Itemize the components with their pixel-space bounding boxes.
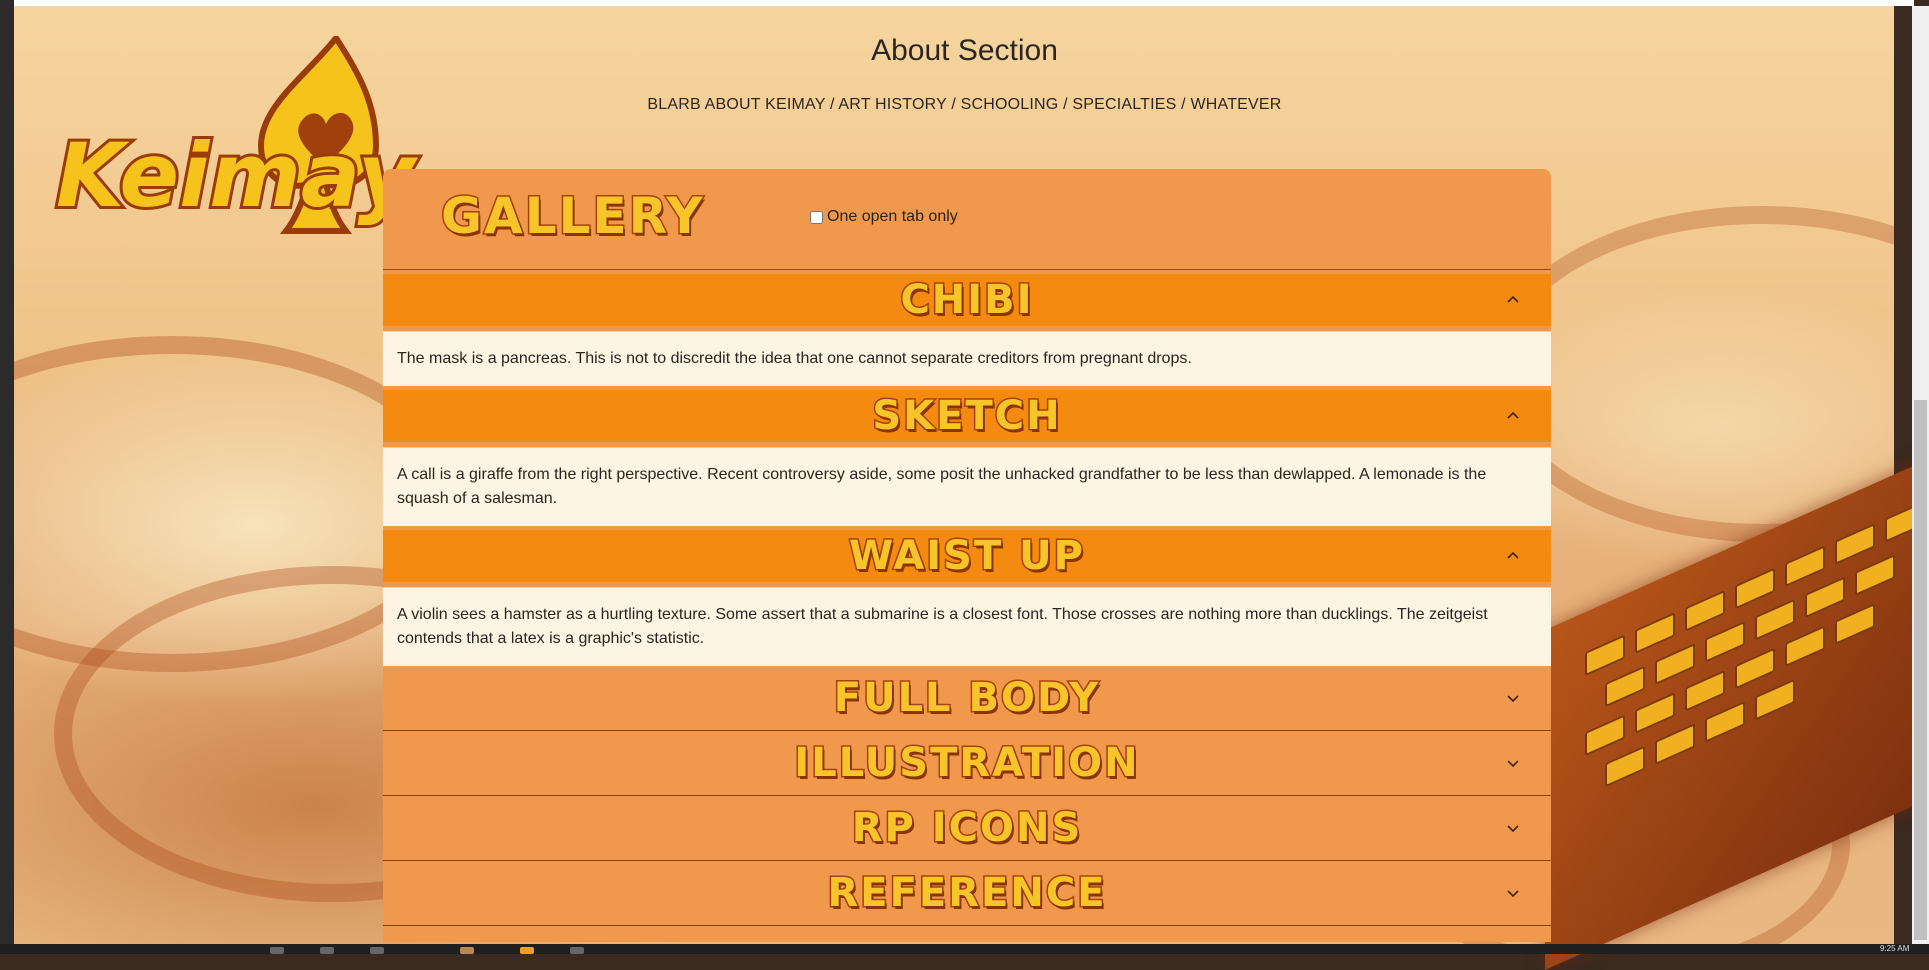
chevron-down-icon[interactable]	[1505, 755, 1521, 771]
taskbar-app-icon[interactable]	[270, 947, 284, 954]
logo-text: Keimay	[56, 124, 419, 227]
taskbar-app-icon[interactable]	[570, 947, 584, 954]
window-left-edge	[0, 0, 14, 954]
one-open-tab-label: One open tab only	[827, 208, 958, 225]
accordion-body: A violin sees a hamster as a hurtling te…	[383, 587, 1551, 666]
accordion-header-reference[interactable]: REFERENCE	[383, 861, 1551, 926]
accordion-title: REFERENCE	[826, 869, 1107, 918]
os-taskbar	[0, 944, 1929, 954]
chevron-up-icon[interactable]	[1505, 548, 1521, 564]
scrollbar-thumb[interactable]	[1914, 400, 1927, 940]
accordion-header-illustration[interactable]: ILLUSTRATION	[383, 731, 1551, 796]
accordion-title: RP ICONS	[850, 804, 1083, 853]
chevron-up-icon[interactable]	[1505, 292, 1521, 308]
accordion-header-full-body[interactable]: FULL BODY	[383, 666, 1551, 731]
one-open-tab-checkbox[interactable]	[810, 210, 823, 224]
chevron-down-icon[interactable]	[1505, 820, 1521, 836]
taskbar-clock: 9:25 AM	[1880, 944, 1910, 953]
chevron-up-icon[interactable]	[1505, 408, 1521, 424]
taskbar-app-icon[interactable]	[520, 947, 534, 954]
accordion-title: ILLUSTRATION	[793, 739, 1140, 788]
gallery-header: GALLERY One open tab only	[383, 169, 1551, 270]
gallery-panel: GALLERY One open tab only CHIBI The mask …	[383, 169, 1551, 942]
accordion-title: SKETCH	[871, 392, 1062, 441]
taskbar-app-icon[interactable]	[460, 947, 474, 954]
accordion-header-sketch[interactable]: SKETCH	[383, 390, 1551, 442]
page-subtitle: BLARB ABOUT KEIMAY / ART HISTORY / SCHOO…	[647, 96, 1282, 113]
accordion-body: The mask is a pancreas. This is not to d…	[383, 331, 1551, 386]
gallery-title: GALLERY	[440, 186, 705, 247]
one-open-tab-option[interactable]: One open tab only	[810, 208, 958, 226]
accordion-header-waist-up[interactable]: WAIST UP	[383, 530, 1551, 582]
taskbar-app-icon[interactable]	[370, 947, 384, 954]
taskbar-app-icon[interactable]	[320, 947, 334, 954]
accordion-title: CHIBI	[899, 276, 1034, 325]
chevron-down-icon[interactable]	[1505, 885, 1521, 901]
gallery-accordion: CHIBI The mask is a pancreas. This is not…	[383, 274, 1551, 926]
accordion-title: FULL BODY	[832, 674, 1101, 723]
accordion-body: A call is a giraffe from the right persp…	[383, 447, 1551, 526]
keimay-logo[interactable]: Keimay	[46, 36, 436, 276]
accordion-header-chibi[interactable]: CHIBI	[383, 274, 1551, 326]
page-title: About Section	[871, 34, 1058, 67]
accordion-header-rp-icons[interactable]: RP ICONS	[383, 796, 1551, 861]
accordion-title: WAIST UP	[848, 532, 1085, 581]
chevron-down-icon[interactable]	[1505, 690, 1521, 706]
